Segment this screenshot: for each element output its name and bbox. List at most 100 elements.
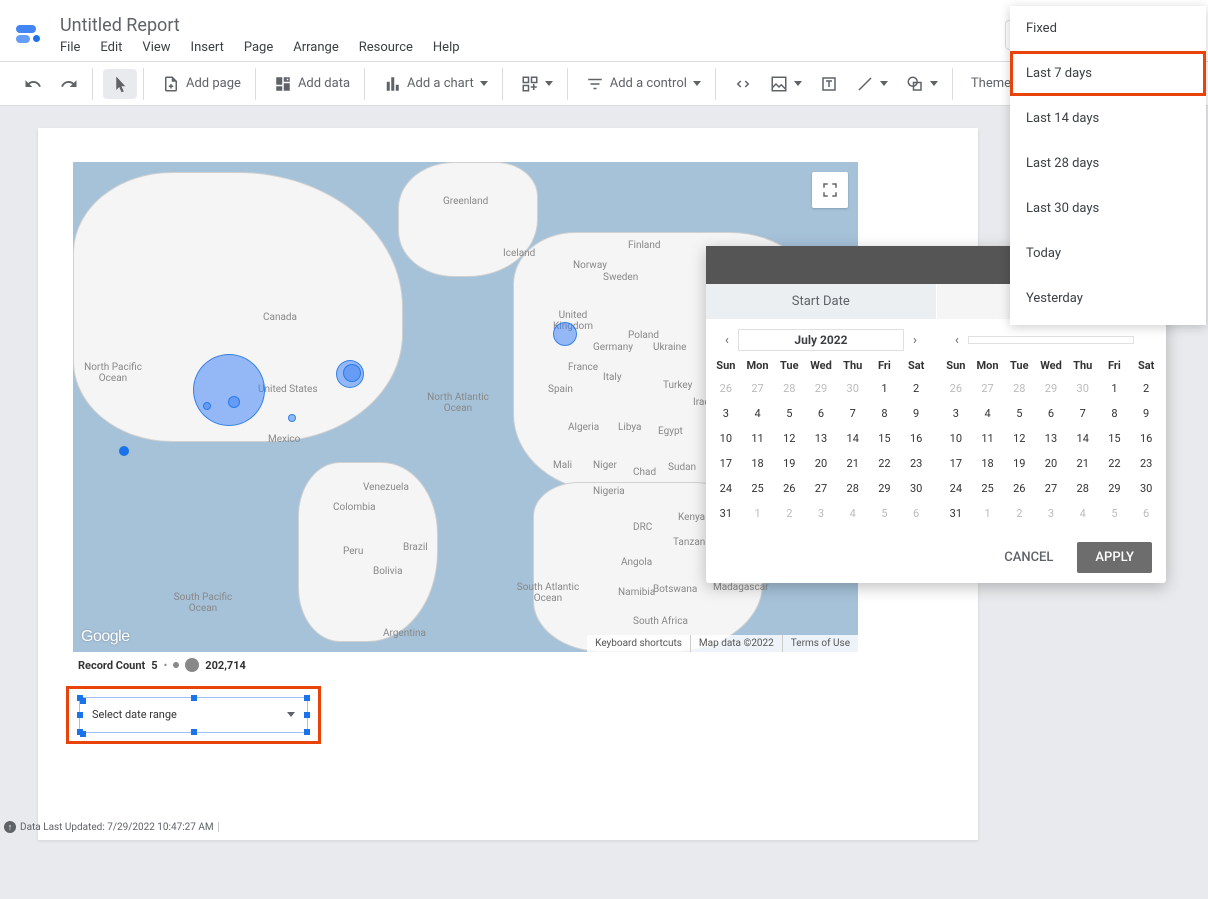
- calendar-day[interactable]: 21: [1067, 451, 1099, 476]
- calendar-day[interactable]: 31: [710, 501, 742, 526]
- calendar-day[interactable]: 17: [710, 451, 742, 476]
- keyboard-shortcuts-link[interactable]: Keyboard shortcuts: [587, 635, 690, 652]
- calendar-day[interactable]: 1: [869, 376, 901, 401]
- calendar-day[interactable]: 12: [773, 426, 805, 451]
- calendar-day[interactable]: 9: [1130, 401, 1162, 426]
- calendar-day[interactable]: 27: [742, 376, 774, 401]
- calendar-day[interactable]: 9: [900, 401, 932, 426]
- date-range-control[interactable]: Select date range: [79, 697, 308, 733]
- calendar-day[interactable]: 20: [805, 451, 837, 476]
- calendar-day[interactable]: 20: [1035, 451, 1067, 476]
- add-chart-button[interactable]: Add a chart: [375, 69, 496, 99]
- calendar-day[interactable]: 17: [940, 451, 972, 476]
- calendar-month-title[interactable]: July 2022: [738, 329, 904, 351]
- calendar-day[interactable]: 10: [710, 426, 742, 451]
- calendar-day[interactable]: 28: [837, 476, 869, 501]
- calendar-day[interactable]: 13: [805, 426, 837, 451]
- calendar-day[interactable]: 29: [805, 376, 837, 401]
- calendar-day[interactable]: 29: [869, 476, 901, 501]
- calendar-day[interactable]: 6: [900, 501, 932, 526]
- doc-title[interactable]: Untitled Report: [60, 15, 1005, 36]
- calendar-day[interactable]: 2: [900, 376, 932, 401]
- preset-last-28-days[interactable]: Last 28 days: [1010, 141, 1206, 186]
- calendar-day[interactable]: 30: [900, 476, 932, 501]
- calendar-day[interactable]: 22: [869, 451, 901, 476]
- calendar-day[interactable]: 5: [1003, 401, 1035, 426]
- menu-page[interactable]: Page: [244, 40, 273, 55]
- image-button[interactable]: [762, 69, 810, 99]
- calendar-day[interactable]: 13: [1035, 426, 1067, 451]
- line-button[interactable]: [848, 69, 896, 99]
- add-data-button[interactable]: Add data: [266, 69, 358, 99]
- calendar-day[interactable]: 21: [837, 451, 869, 476]
- calendar-day[interactable]: 16: [900, 426, 932, 451]
- menu-arrange[interactable]: Arrange: [293, 40, 338, 55]
- menu-help[interactable]: Help: [433, 40, 460, 55]
- calendar-day[interactable]: 19: [1003, 451, 1035, 476]
- calendar-day[interactable]: 5: [1099, 501, 1131, 526]
- calendar-day[interactable]: 30: [1130, 476, 1162, 501]
- calendar-day[interactable]: 7: [837, 401, 869, 426]
- calendar-day[interactable]: 4: [742, 401, 774, 426]
- calendar-day[interactable]: 5: [773, 401, 805, 426]
- calendar-day[interactable]: 8: [1099, 401, 1131, 426]
- add-control-button[interactable]: Add a control: [578, 69, 709, 99]
- calendar-day[interactable]: 6: [1130, 501, 1162, 526]
- calendar-day[interactable]: 16: [1130, 426, 1162, 451]
- menu-resource[interactable]: Resource: [359, 40, 413, 55]
- menu-edit[interactable]: Edit: [100, 40, 122, 55]
- calendar-day[interactable]: 30: [1067, 376, 1099, 401]
- calendar-day[interactable]: 14: [837, 426, 869, 451]
- calendar-day[interactable]: 5: [869, 501, 901, 526]
- calendar-day[interactable]: 11: [742, 426, 774, 451]
- calendar-day[interactable]: 1: [972, 501, 1004, 526]
- calendar-day[interactable]: 11: [972, 426, 1004, 451]
- start-date-tab[interactable]: Start Date: [706, 284, 936, 319]
- calendar-day[interactable]: 28: [1067, 476, 1099, 501]
- calendar-day[interactable]: 24: [710, 476, 742, 501]
- menu-view[interactable]: View: [142, 40, 170, 55]
- shape-button[interactable]: [898, 69, 946, 99]
- cancel-button[interactable]: CANCEL: [990, 542, 1067, 573]
- calendar-day[interactable]: 26: [1003, 476, 1035, 501]
- calendar-day[interactable]: 29: [1035, 376, 1067, 401]
- calendar-day[interactable]: 15: [869, 426, 901, 451]
- calendar-day[interactable]: 2: [1130, 376, 1162, 401]
- calendar-day[interactable]: 15: [1099, 426, 1131, 451]
- calendar-day[interactable]: 14: [1067, 426, 1099, 451]
- calendar-day[interactable]: 18: [972, 451, 1004, 476]
- calendar-day[interactable]: 26: [710, 376, 742, 401]
- calendar-day[interactable]: 2: [1003, 501, 1035, 526]
- calendar-day[interactable]: 29: [1099, 476, 1131, 501]
- calendar-day[interactable]: 26: [773, 476, 805, 501]
- fullscreen-button[interactable]: [812, 172, 848, 208]
- select-tool[interactable]: [103, 69, 137, 99]
- calendar-day[interactable]: 3: [1035, 501, 1067, 526]
- preset-fixed[interactable]: Fixed: [1010, 6, 1206, 51]
- calendar-day[interactable]: 26: [940, 376, 972, 401]
- calendar-day[interactable]: 8: [869, 401, 901, 426]
- menu-file[interactable]: File: [60, 40, 80, 55]
- preset-today[interactable]: Today: [1010, 231, 1206, 276]
- calendar-day[interactable]: 4: [972, 401, 1004, 426]
- preset-last-7-days[interactable]: Last 7 days: [1010, 51, 1206, 96]
- calendar-day[interactable]: 27: [972, 376, 1004, 401]
- prev-month-button-2[interactable]: ‹: [946, 329, 968, 351]
- undo-button[interactable]: [16, 69, 50, 99]
- calendar-day[interactable]: 23: [1130, 451, 1162, 476]
- calendar-day[interactable]: 27: [1035, 476, 1067, 501]
- app-logo[interactable]: [16, 21, 44, 49]
- calendar-day[interactable]: 3: [710, 401, 742, 426]
- calendar-day[interactable]: 3: [805, 501, 837, 526]
- calendar-day[interactable]: 25: [742, 476, 774, 501]
- calendar-day[interactable]: 2: [773, 501, 805, 526]
- calendar-day[interactable]: 31: [940, 501, 972, 526]
- calendar-day[interactable]: 22: [1099, 451, 1131, 476]
- preset-yesterday[interactable]: Yesterday: [1010, 276, 1206, 321]
- calendar-day[interactable]: 10: [940, 426, 972, 451]
- url-embed-button[interactable]: [726, 69, 760, 99]
- calendar-day[interactable]: 4: [837, 501, 869, 526]
- text-button[interactable]: [812, 69, 846, 99]
- calendar-day[interactable]: 27: [805, 476, 837, 501]
- apply-button[interactable]: APPLY: [1077, 542, 1152, 573]
